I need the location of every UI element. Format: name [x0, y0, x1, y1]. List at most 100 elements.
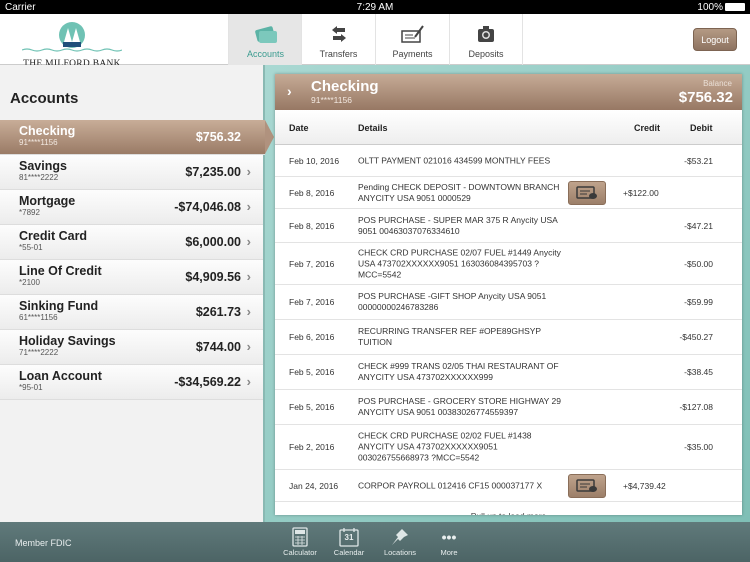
tx-credit: +$122.00: [623, 187, 659, 198]
more-dots-icon: •••: [441, 529, 457, 545]
chevron-right-icon[interactable]: ›: [287, 83, 292, 99]
table-header: Date Details Credit Debit: [275, 110, 742, 145]
table-row[interactable]: Feb 7, 2016 POS PURCHASE -GIFT SHOP Anyc…: [275, 285, 742, 320]
tx-debit: -$38.45: [684, 367, 713, 377]
account-name: Checking: [311, 78, 379, 95]
table-row[interactable]: Feb 5, 2016 CHECK #999 TRANS 02/05 THAI …: [275, 355, 742, 390]
tx-date: Feb 2, 2016: [289, 442, 335, 452]
tab-accounts[interactable]: Accounts: [228, 14, 302, 65]
table-row[interactable]: Feb 8, 2016 Pending CHECK DEPOSIT - DOWN…: [275, 177, 742, 209]
tx-debit: -$127.08: [679, 402, 713, 412]
logout-button[interactable]: Logout: [693, 28, 737, 51]
tx-details: Pending CHECK DEPOSIT - DOWNTOWN BRANCH …: [358, 181, 560, 203]
chevron-right-icon: ›: [246, 374, 251, 389]
account-number: 91****1156: [311, 95, 352, 105]
calculator-button[interactable]: Calculator: [275, 526, 325, 557]
tx-debit: -$50.00: [684, 258, 713, 269]
bank-logo: THE MILFORD BANK: [21, 22, 123, 69]
sailboat-logo-icon: [21, 22, 123, 52]
bottom-toolbar: Member FDIC Calculator 31 Calendar Locat…: [0, 522, 750, 562]
tx-date: Feb 5, 2016: [289, 367, 335, 377]
tx-debit: -$59.99: [684, 297, 713, 307]
sidebar-item-account[interactable]: Sinking Fund 61****1156 $261.73 ›: [0, 295, 263, 330]
account-balance: $4,909.56: [185, 270, 241, 284]
account-detail-header[interactable]: › Checking 91****1156 Balance $756.32: [275, 74, 742, 110]
tx-debit: -$53.21: [684, 155, 713, 166]
tx-date: Feb 7, 2016: [289, 258, 335, 269]
table-row[interactable]: Feb 10, 2016 OLTT PAYMENT 021016 434599 …: [275, 145, 742, 177]
sidebar-item-account[interactable]: Loan Account *95-01 -$34,569.22 ›: [0, 365, 263, 400]
sidebar-item-account[interactable]: Credit Card *55-01 $6,000.00 ›: [0, 225, 263, 260]
table-row[interactable]: Feb 2, 2016 CHECK CRD PURCHASE 02/02 FUE…: [275, 425, 742, 470]
col-debit: Debit: [690, 123, 713, 133]
chevron-right-icon: ›: [246, 199, 251, 214]
sidebar-item-account[interactable]: Line Of Credit *2100 $4,909.56 ›: [0, 260, 263, 295]
transfer-arrows-icon: [331, 26, 346, 42]
chevron-right-icon: ›: [246, 304, 251, 319]
account-balance: -$74,046.08: [174, 200, 241, 214]
tx-details: CHECK CRD PURCHASE 02/02 FUEL #1438 ANYC…: [358, 430, 532, 463]
account-balance: $7,235.00: [185, 165, 241, 179]
table-row[interactable]: Feb 6, 2016 RECURRING TRANSFER REF #OPE8…: [275, 320, 742, 355]
tx-credit: +$4,739.42: [623, 480, 666, 491]
account-balance: $744.00: [195, 340, 241, 354]
tab-payments[interactable]: Payments: [375, 14, 449, 65]
sidebar-item-account[interactable]: Mortgage *7892 -$74,046.08 ›: [0, 190, 263, 225]
tx-details: CHECK CRD PURCHASE 02/07 FUEL #1449 Anyc…: [358, 247, 561, 279]
sidebar-item-account[interactable]: Checking 91****1156 $756.32: [0, 120, 274, 155]
tab-transfers[interactable]: Transfers: [301, 14, 375, 65]
tx-date: Feb 10, 2016: [289, 155, 340, 166]
account-balance: $6,000.00: [185, 235, 241, 249]
credit-card-icon: [254, 26, 277, 43]
tx-date: Jan 24, 2016: [289, 480, 339, 491]
table-row[interactable]: Jan 24, 2016 CORPOR PAYROLL 012416 CF15 …: [275, 470, 742, 502]
load-more[interactable]: Pull up to load more: [275, 502, 742, 515]
tx-details: POS PURCHASE - GROCERY STORE HIGHWAY 29 …: [358, 396, 561, 417]
tx-date: Feb 5, 2016: [289, 402, 335, 412]
chevron-right-icon: ›: [246, 339, 251, 354]
app-header: THE MILFORD BANK Accounts Transfers Paym…: [0, 14, 750, 69]
col-date: Date: [289, 123, 309, 133]
balance-value: $756.32: [678, 89, 733, 106]
tx-debit: -$35.00: [684, 442, 713, 452]
tx-details: CHECK #999 TRANS 02/05 THAI RESTAURANT O…: [358, 361, 559, 382]
table-row[interactable]: Feb 5, 2016 POS PURCHASE - GROCERY STORE…: [275, 390, 742, 425]
view-check-button[interactable]: [568, 473, 606, 498]
check-image-eye-icon: [576, 478, 597, 492]
tx-debit: -$47.21: [684, 220, 713, 231]
accounts-sidebar: Accounts Checking 91****1156 $756.32 Savi…: [0, 65, 274, 522]
tx-date: Feb 7, 2016: [289, 297, 335, 307]
view-check-button[interactable]: [568, 180, 606, 205]
table-row[interactable]: Feb 8, 2016 POS PURCHASE - SUPER MAR 375…: [275, 209, 742, 243]
tx-date: Feb 8, 2016: [289, 187, 335, 198]
tx-details: OLTT PAYMENT 021016 434599 MONTHLY FEES: [358, 155, 551, 165]
col-credit: Credit: [634, 123, 661, 133]
tx-date: Feb 8, 2016: [289, 220, 335, 231]
tab-deposits[interactable]: Deposits: [449, 14, 523, 65]
sidebar-title: Accounts: [10, 90, 79, 107]
account-detail-panel: › Checking 91****1156 Balance $756.32 Da…: [275, 74, 742, 515]
sidebar-item-account[interactable]: Savings 81****2222 $7,235.00 ›: [0, 155, 263, 190]
clock: 7:29 AM: [356, 1, 394, 13]
tx-details: CORPOR PAYROLL 012416 CF15 000037177 X: [358, 480, 543, 490]
tx-date: Feb 6, 2016: [289, 332, 335, 342]
tx-details: POS PURCHASE - SUPER MAR 375 R Anycity U…: [358, 214, 558, 236]
table-row[interactable]: Feb 7, 2016 CHECK CRD PURCHASE 02/07 FUE…: [275, 243, 742, 285]
account-balance: $756.32: [195, 130, 241, 144]
calendar-button[interactable]: 31 Calendar: [324, 526, 374, 557]
chevron-right-icon: ›: [246, 164, 251, 179]
chevron-right-icon: ›: [246, 234, 251, 249]
calendar-day: 31: [344, 533, 354, 542]
more-button[interactable]: ••• More: [424, 526, 474, 557]
locations-button[interactable]: Locations: [375, 526, 425, 557]
account-balance: -$34,569.22: [174, 375, 241, 389]
tx-details: POS PURCHASE -GIFT SHOP Anycity USA 9051…: [358, 291, 547, 312]
member-fdic: Member FDIC: [15, 538, 72, 548]
sidebar-item-account[interactable]: Holiday Savings 71****2222 $744.00 ›: [0, 330, 263, 365]
camera-icon: [478, 26, 494, 42]
account-balance: $261.73: [195, 305, 241, 319]
status-bar: Carrier 7:29 AM 100%: [0, 0, 750, 14]
tx-details: RECURRING TRANSFER REF #OPE89GHSYP TUITI…: [358, 326, 541, 347]
check-image-eye-icon: [576, 185, 597, 199]
balance-label: Balance: [703, 79, 732, 88]
